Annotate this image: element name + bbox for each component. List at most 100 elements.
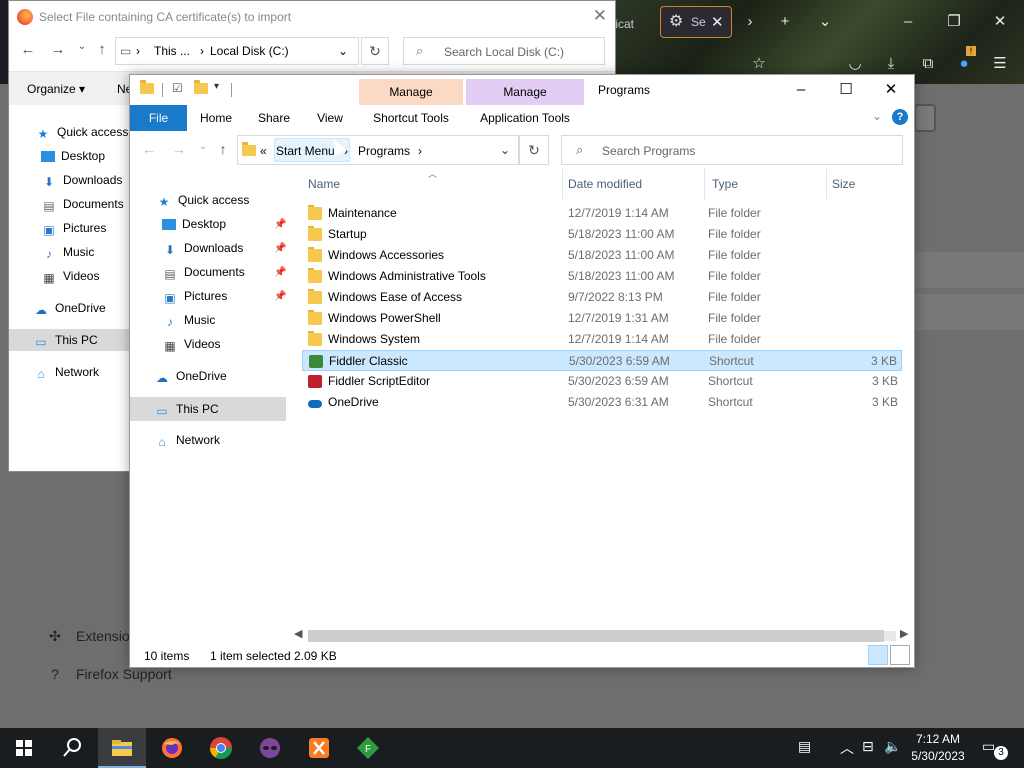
tor-icon[interactable] [246, 728, 294, 768]
file-explorer-icon[interactable] [98, 728, 146, 768]
firefox-icon[interactable] [148, 728, 196, 768]
nav-network[interactable]: ⌂ Network [33, 365, 99, 387]
breadcrumb-overflow[interactable]: « [260, 144, 267, 158]
nav-pictures[interactable]: ▣ Pictures [41, 221, 106, 243]
downloads-icon[interactable]: ⤓ [879, 52, 903, 76]
extensions-link[interactable]: ✣ Extensio [46, 628, 130, 645]
close-icon[interactable]: ✕ [593, 6, 607, 26]
refresh-button[interactable]: ↻ [519, 135, 549, 165]
new-tab-icon[interactable]: + [773, 10, 797, 34]
forward-arrow-icon[interactable]: → [170, 141, 188, 157]
nav-downloads[interactable]: ⬇ Downloads [41, 173, 122, 195]
table-row[interactable]: Fiddler ScriptEditor 5/30/2023 6:59 AM S… [302, 371, 902, 392]
search-input[interactable]: ⌕ Search Programs [561, 135, 903, 165]
nav-documents[interactable]: ▤ Documents [162, 265, 244, 287]
address-bar[interactable]: « Start Menu › Programs › ⌄ [237, 135, 519, 165]
tab-share[interactable]: Share [250, 105, 298, 131]
pin-icon[interactable]: 📌 [274, 267, 286, 278]
minimize-icon[interactable]: – [778, 79, 824, 101]
tab-certificates[interactable]: ficat [612, 12, 654, 36]
close-window-icon[interactable]: ✕ [988, 10, 1012, 34]
scroll-right-icon[interactable]: ▶ [900, 627, 908, 640]
up-arrow-icon[interactable]: ↑ [93, 41, 111, 58]
breadcrumb-start-menu[interactable]: Start Menu [276, 144, 335, 158]
tab-home[interactable]: Home [192, 105, 240, 131]
column-separator[interactable] [562, 169, 563, 199]
scroll-thumb[interactable] [308, 630, 884, 642]
extensions-icon[interactable]: ⧉ [916, 52, 940, 76]
breadcrumb-this-pc[interactable]: This ... [154, 44, 190, 58]
nav-onedrive[interactable]: ☁ OneDrive [33, 301, 106, 323]
chevron-down-icon[interactable]: ⌄ [813, 10, 837, 34]
pin-icon[interactable]: 📌 [274, 291, 286, 302]
table-row[interactable]: Windows System 12/7/2019 1:14 AM File fo… [302, 329, 902, 350]
table-row[interactable]: Startup 5/18/2023 11:00 AM File folder [302, 224, 902, 245]
bookmark-star-icon[interactable]: ☆ [747, 52, 771, 76]
customize-chevron-icon[interactable]: ▾ [214, 81, 219, 92]
nav-quick-access[interactable]: ★ Quick access [35, 125, 129, 147]
recent-chevron-icon[interactable]: ⌄ [194, 141, 212, 152]
chevron-right-icon[interactable]: › [738, 10, 762, 34]
chevron-down-icon[interactable]: ⌄ [500, 143, 510, 157]
menu-icon[interactable]: ☰ [988, 52, 1012, 76]
help-icon[interactable]: ? [892, 109, 908, 125]
column-separator[interactable] [704, 169, 705, 199]
expand-ribbon-icon[interactable]: ⌄ [872, 109, 882, 123]
restore-icon[interactable]: ❐ [942, 10, 966, 34]
tab-view[interactable]: View [306, 105, 354, 131]
refresh-button[interactable]: ↻ [361, 37, 389, 65]
large-icons-view-icon[interactable] [890, 645, 910, 665]
column-header-size[interactable]: Size [832, 177, 855, 195]
nav-network[interactable]: ⌂ Network [154, 433, 220, 455]
chrome-icon[interactable] [197, 728, 245, 768]
table-row[interactable]: Windows Ease of Access 9/7/2022 8:13 PM … [302, 287, 902, 308]
properties-icon[interactable]: ☑ [172, 81, 183, 95]
nav-pictures[interactable]: ▣ Pictures [162, 289, 227, 311]
nav-quick-access[interactable]: ★ Quick access [156, 193, 250, 215]
tab-settings[interactable]: ⚙ Se ✕ [660, 6, 732, 38]
nav-onedrive[interactable]: ☁ OneDrive [154, 369, 227, 391]
xampp-icon[interactable] [295, 728, 343, 768]
clock[interactable]: 7:12 AM 5/30/2023 [905, 731, 971, 765]
organize-button[interactable]: Organize ▾ [27, 82, 85, 96]
pin-icon[interactable]: 📌 [274, 243, 286, 254]
column-header-type[interactable]: Type [712, 177, 738, 195]
maximize-icon[interactable]: ☐ [823, 79, 869, 101]
tab-application-tools[interactable]: Application Tools [466, 105, 584, 131]
nav-videos[interactable]: ▦ Videos [162, 337, 220, 359]
horizontal-scrollbar[interactable]: ◀ ▶ [294, 627, 914, 643]
nav-music[interactable]: ♪ Music [162, 313, 215, 335]
chevron-down-icon[interactable]: ⌄ [338, 44, 348, 58]
pin-icon[interactable]: 📌 [274, 219, 286, 230]
table-row[interactable]: OneDrive 5/30/2023 6:31 AM Shortcut 3 KB [302, 392, 902, 413]
column-header-date[interactable]: Date modified [568, 177, 642, 195]
new-folder-icon[interactable] [194, 80, 208, 94]
settings-control[interactable] [914, 104, 936, 132]
table-row[interactable]: Windows Administrative Tools 5/18/2023 1… [302, 266, 902, 287]
search-icon[interactable] [48, 728, 96, 768]
recent-chevron-icon[interactable]: ⌄ [73, 41, 91, 52]
table-row[interactable]: Windows Accessories 5/18/2023 11:00 AM F… [302, 245, 902, 266]
account-icon[interactable]: ●! [952, 46, 976, 76]
search-input[interactable]: ⌕ Search Local Disk (C:) [403, 37, 605, 65]
back-arrow-icon[interactable]: ← [140, 141, 158, 157]
nav-music[interactable]: ♪ Music [41, 245, 94, 267]
nav-documents[interactable]: ▤ Documents [41, 197, 123, 219]
nav-desktop[interactable]: Desktop [41, 149, 105, 171]
forward-arrow-icon[interactable]: → [49, 41, 67, 58]
table-row[interactable]: Windows PowerShell 12/7/2019 1:31 AM Fil… [302, 308, 902, 329]
up-arrow-icon[interactable]: ↑ [214, 141, 232, 157]
breadcrumb-local-disk[interactable]: Local Disk (C:) [210, 44, 289, 58]
scroll-left-icon[interactable]: ◀ [294, 627, 302, 640]
address-bar[interactable]: ▭ › This ... › Local Disk (C:) ⌄ [115, 37, 359, 65]
details-view-icon[interactable] [868, 645, 888, 665]
tab-file[interactable]: File [130, 105, 187, 131]
minimize-icon[interactable]: – [896, 10, 920, 34]
table-row-selected[interactable]: Fiddler Classic 5/30/2023 6:59 AM Shortc… [302, 350, 902, 371]
close-icon[interactable]: ✕ [868, 79, 914, 101]
table-row[interactable]: Maintenance 12/7/2019 1:14 AM File folde… [302, 203, 902, 224]
nav-downloads[interactable]: ⬇ Downloads [162, 241, 243, 263]
tab-shortcut-tools[interactable]: Shortcut Tools [359, 105, 463, 131]
chevron-up-icon[interactable]: ︿ [840, 738, 854, 758]
nav-this-pc[interactable]: ▭ This PC [130, 397, 286, 421]
